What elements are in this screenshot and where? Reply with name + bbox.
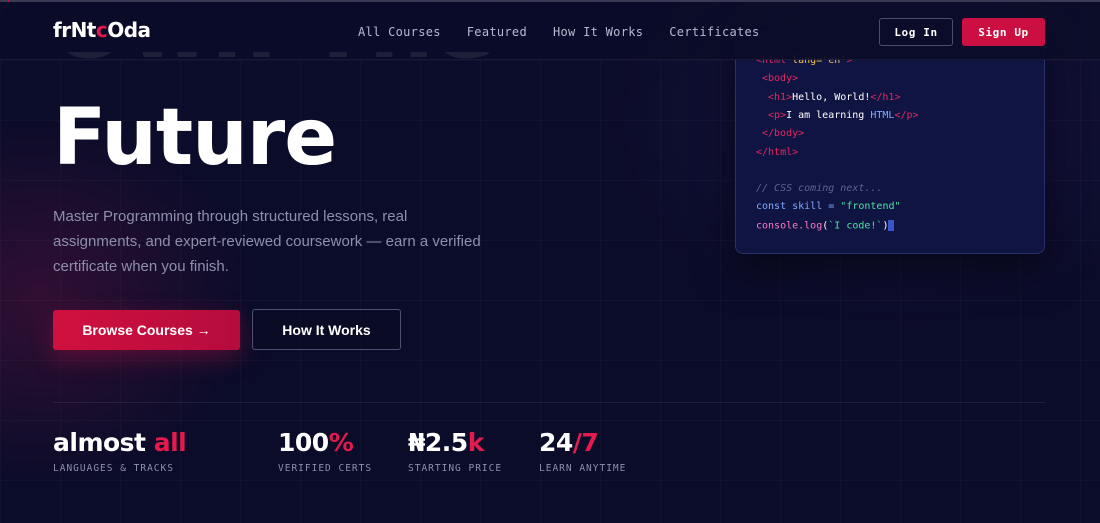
code-line-const: const skill = "frontend" xyxy=(756,201,901,212)
code-line-p: <p>I am learning HTML</p> xyxy=(768,110,919,121)
stats-divider xyxy=(53,402,1045,403)
nav-link-certificates[interactable]: Certificates xyxy=(669,25,759,39)
stat-label: LANGUAGES & TRACKS xyxy=(53,463,174,474)
stat-certs: 100% VERIFIED CERTS xyxy=(278,428,372,474)
how-it-works-button[interactable]: How It Works xyxy=(252,309,401,350)
code-line-comment: // CSS coming next... xyxy=(756,183,883,194)
stat-value: almost all xyxy=(53,428,187,457)
stat-languages: almost all LANGUAGES & TRACKS xyxy=(53,428,187,474)
code-line-console: console.log(`I code!`) xyxy=(756,220,895,232)
browse-courses-button[interactable]: Browse Courses → xyxy=(53,310,240,350)
stat-label: LEARN ANYTIME xyxy=(539,463,627,474)
text-cursor-icon xyxy=(888,220,895,231)
stat-label: STARTING PRICE xyxy=(408,463,503,474)
brand-logo[interactable]: frNtcOda xyxy=(53,18,151,42)
landing-page: Own The Future Master Programming throug… xyxy=(0,0,1100,523)
nav-link-featured[interactable]: Featured xyxy=(467,25,527,39)
code-line-body-open: <body> xyxy=(762,73,799,84)
stat-price: ₦2.5k STARTING PRICE xyxy=(408,428,502,474)
hero-title-line-2: Future xyxy=(53,93,337,183)
stat-value: 100% xyxy=(278,428,354,457)
signup-button[interactable]: Sign Up xyxy=(962,18,1045,46)
code-editor-card: <html lang="en"> <body> <h1>Hello, World… xyxy=(735,30,1045,254)
login-button[interactable]: Log In xyxy=(879,18,953,46)
stat-value: 24/7 xyxy=(539,428,599,457)
nav-link-how-it-works[interactable]: How It Works xyxy=(553,25,643,39)
stat-value: ₦2.5k xyxy=(408,428,484,457)
stat-anytime: 24/7 LEARN ANYTIME xyxy=(539,428,626,474)
hero-description: Master Programming through structured le… xyxy=(53,208,481,275)
code-line-html-close: </html> xyxy=(756,147,799,158)
nav-link-all-courses[interactable]: All Courses xyxy=(358,25,441,39)
code-line-body-close: </body> xyxy=(762,128,805,139)
stat-label: VERIFIED CERTS xyxy=(278,463,373,474)
top-navbar: frNtcOda All Courses Featured How It Wor… xyxy=(0,2,1100,60)
nav-links: All Courses Featured How It Works Certif… xyxy=(358,25,760,39)
code-line-h1: <h1>Hello, World!</h1> xyxy=(768,92,901,103)
